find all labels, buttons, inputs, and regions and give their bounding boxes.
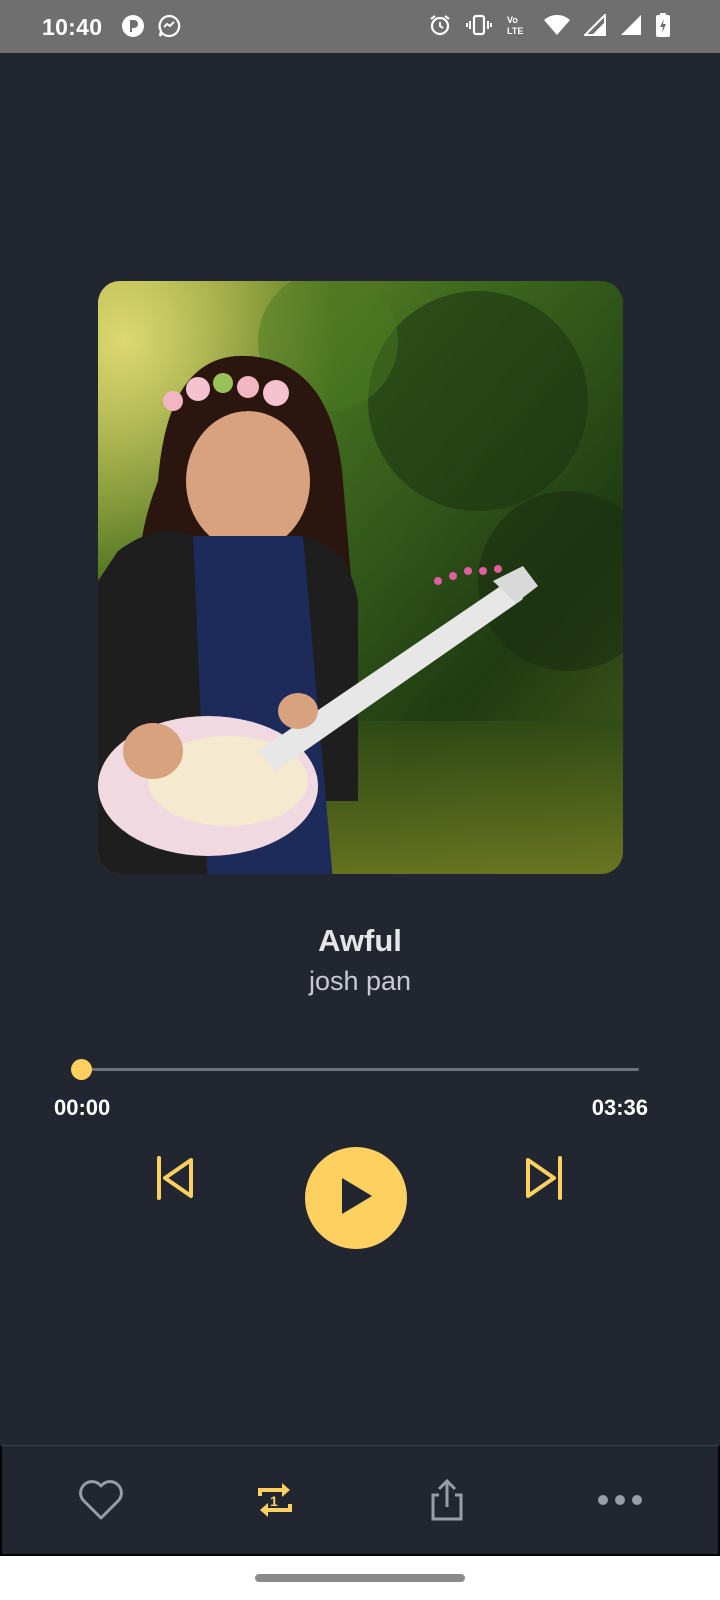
skip-previous-icon <box>153 1154 197 1207</box>
share-button[interactable] <box>417 1472 477 1532</box>
skip-next-icon <box>522 1154 566 1207</box>
system-navigation-bar <box>0 1556 720 1600</box>
svg-text:1: 1 <box>270 1493 278 1509</box>
status-time: 10:40 <box>42 14 103 40</box>
song-artist: josh pan <box>308 966 412 996</box>
player-screen: Awful josh pan 00:00 03:36 <box>0 53 720 1445</box>
app-notification-icon <box>121 14 145 38</box>
volte-icon: Vo LTE <box>506 13 530 37</box>
signal-icon <box>584 14 606 36</box>
more-horizontal-icon <box>597 1493 643 1511</box>
song-title: Awful <box>318 923 402 958</box>
share-icon <box>427 1477 467 1528</box>
status-bar: 10:40 Vo LTE <box>0 0 720 53</box>
repeat-one-button[interactable]: 1 <box>245 1472 305 1532</box>
previous-button[interactable] <box>145 1150 205 1210</box>
status-left-icons <box>121 14 181 38</box>
like-button[interactable] <box>71 1472 131 1532</box>
heart-icon <box>78 1479 124 1526</box>
home-gesture-handle[interactable] <box>255 1574 465 1582</box>
alarm-icon <box>428 13 452 37</box>
album-artwork <box>98 281 623 874</box>
play-icon <box>336 1175 376 1222</box>
vibrate-icon <box>466 13 492 37</box>
svg-text:LTE: LTE <box>507 26 523 36</box>
seek-bar[interactable] <box>81 1068 639 1071</box>
signal-icon-2 <box>620 14 642 36</box>
svg-text:Vo: Vo <box>507 15 518 25</box>
repeat-one-icon: 1 <box>254 1478 296 1527</box>
battery-icon <box>656 13 670 37</box>
total-time: 03:36 <box>591 1095 648 1120</box>
current-time: 00:00 <box>54 1095 111 1120</box>
play-button[interactable] <box>305 1147 407 1249</box>
wifi-icon <box>544 14 570 36</box>
more-options-button[interactable] <box>590 1472 650 1532</box>
next-button[interactable] <box>514 1150 574 1210</box>
status-right-icons: Vo LTE <box>428 13 670 37</box>
messenger-notification-icon <box>157 14 181 38</box>
seek-bar-thumb[interactable] <box>70 1059 92 1080</box>
bottom-action-bar: 1 <box>0 1445 720 1556</box>
